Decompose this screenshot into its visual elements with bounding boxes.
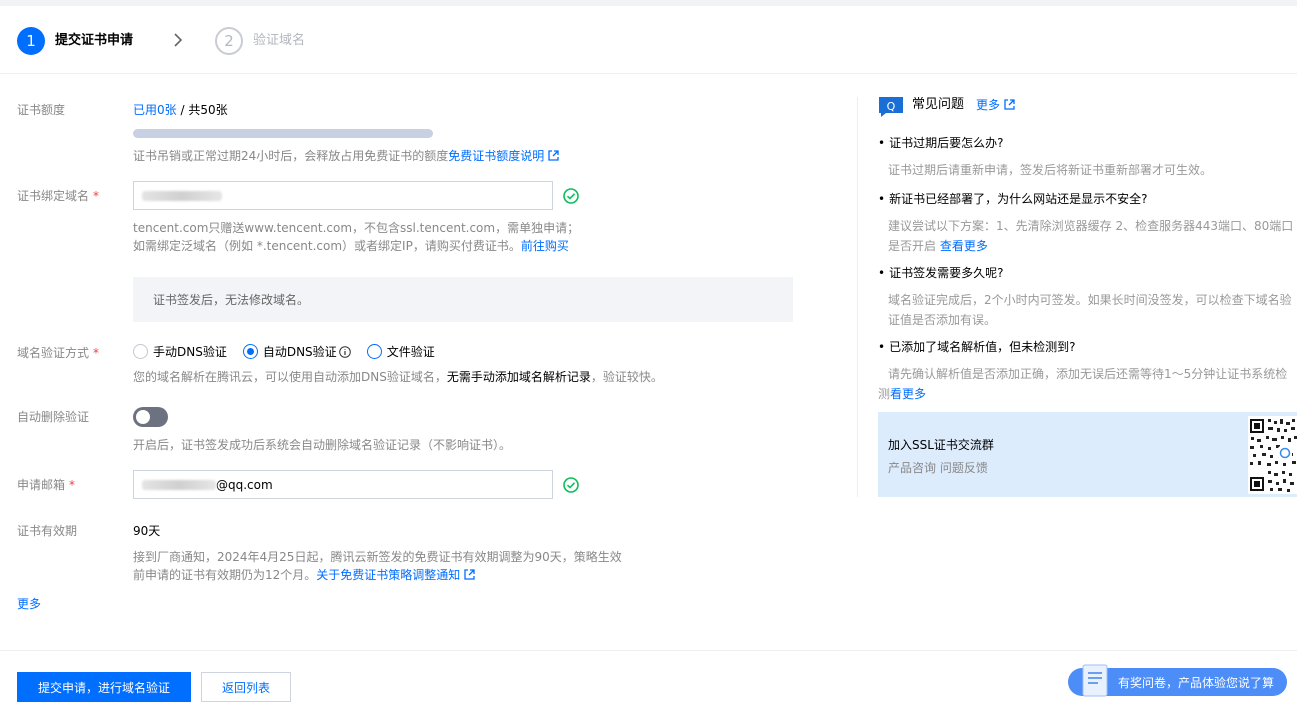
- quota-used[interactable]: 已用0张: [133, 103, 177, 117]
- submit-button[interactable]: 提交申请，进行域名验证: [17, 672, 191, 702]
- email-suffix: @qq.com: [216, 477, 273, 492]
- quota-value: 已用0张 / 共50张: [133, 102, 228, 118]
- radio-manual-dns[interactable]: 手动DNS验证: [133, 343, 227, 360]
- chevron-right-icon: [174, 33, 183, 47]
- step-1-number: 1: [17, 27, 45, 55]
- check-circle-icon: [563, 188, 579, 204]
- step-2-label: 验证域名: [253, 33, 306, 48]
- faq-answer: 请先确认解析值是否添加正确，添加无误后还需等待1～5分钟让证书系统检测看更多: [878, 367, 1288, 401]
- auto-delete-help: 开启后，证书签发成功后系统会自动删除域名验证记录（不影响证书）。: [133, 438, 512, 452]
- domain-help-line2: 如需绑定泛域名（例如 *.tencent.com）或者绑定IP，请购买付费证书。…: [133, 239, 569, 253]
- faq-answer: 建议尝试以下方案：1、先清除浏览器缓存 2、检查服务器443端口、80端口是否开…: [888, 219, 1294, 253]
- domain-input[interactable]: [133, 181, 553, 210]
- faq-answer: 域名验证完成后，2个小时内可签发。如果长时间没签发，可以检查下域名验证值是否添加…: [888, 293, 1292, 327]
- see-more-link[interactable]: 查看更多: [940, 239, 988, 253]
- radio-file[interactable]: 文件验证: [366, 343, 435, 360]
- ssl-group-card[interactable]: 加入SSL证书交流群 产品咨询 问题反馈: [878, 412, 1297, 497]
- quota-help: 证书吊销或正常过期24小时后，会释放占用免费证书的额度免费证书额度说明: [133, 147, 559, 165]
- domain-label: 证书绑定域名 *: [17, 189, 100, 203]
- faq-question[interactable]: 证书签发需要多久呢?: [878, 265, 1003, 281]
- validity-label: 证书有效期: [17, 524, 78, 538]
- email-label: 申请邮箱 *: [17, 478, 76, 492]
- radio-circle: [133, 344, 148, 359]
- buy-link[interactable]: 前往购买: [521, 239, 569, 253]
- external-link-icon: [464, 569, 475, 580]
- verify-radio-group: 手动DNS验证 自动DNS验证 文件验证: [133, 343, 451, 360]
- check-circle-icon: [563, 477, 579, 493]
- external-link-icon: [548, 150, 559, 161]
- faq-answer: 证书过期后请重新申请，签发后将新证书重新部署才可生效。: [888, 163, 1213, 177]
- back-to-list-button[interactable]: 返回列表: [201, 672, 291, 702]
- quota-help-link[interactable]: 免费证书额度说明: [448, 149, 544, 163]
- stepper: 1 提交证书申请 2 验证域名: [0, 6, 1297, 74]
- more-options-link[interactable]: 更多: [17, 595, 41, 612]
- domain-help: tencent.com只赠送www.tencent.com，不包含ssl.ten…: [133, 219, 579, 255]
- toggle-knob: [136, 410, 150, 424]
- validity-help: 接到厂商通知，2024年4月25日起，腾讯云新签发的免费证书有效期调整为90天，…: [133, 550, 622, 582]
- quota-label: 证书额度: [17, 103, 66, 117]
- quota-progress-bar: [133, 129, 433, 138]
- quota-total: 共50张: [188, 103, 228, 117]
- see-more-link[interactable]: 看更多: [890, 387, 926, 401]
- step-1-label: 提交证书申请: [55, 33, 134, 48]
- quota-help-text: 证书吊销或正常过期24小时后，会释放占用免费证书的额度: [133, 149, 449, 163]
- faq-icon: Q: [879, 97, 903, 117]
- qr-code-icon: [1248, 416, 1297, 494]
- info-icon[interactable]: [338, 345, 351, 358]
- domain-notice: 证书签发后，无法修改域名。: [133, 277, 793, 322]
- radio-auto-dns[interactable]: 自动DNS验证: [242, 343, 351, 360]
- radio-circle: [366, 344, 382, 359]
- faq-title: 常见问题: [912, 97, 965, 112]
- footer-divider: [0, 650, 1297, 651]
- domain-help-line1: tencent.com只赠送www.tencent.com，不包含ssl.ten…: [133, 221, 580, 235]
- policy-link[interactable]: 关于免费证书策略调整通知: [316, 568, 460, 582]
- quota-separator: /: [176, 103, 189, 117]
- redacted-email: [142, 479, 216, 490]
- faq-more-link[interactable]: 更多: [976, 97, 1015, 113]
- external-link-icon: [1004, 99, 1015, 110]
- verify-help: 您的域名解析在腾讯云，可以使用自动添加DNS验证域名，无需手动添加域名解析记录，…: [133, 370, 663, 384]
- validity-value: 90天: [133, 524, 161, 538]
- panel-divider: [857, 97, 858, 497]
- svg-text:Q: Q: [887, 100, 896, 113]
- email-input[interactable]: @qq.com: [133, 470, 553, 499]
- radio-circle-selected: [242, 344, 258, 359]
- verify-label: 域名验证方式 *: [17, 346, 100, 360]
- group-title: 加入SSL证书交流群: [888, 438, 994, 452]
- faq-question[interactable]: 证书过期后要怎么办?: [878, 135, 1003, 151]
- faq-question[interactable]: 新证书已经部署了，为什么网站还是显示不安全?: [878, 191, 1147, 207]
- group-subtitle: 产品咨询 问题反馈: [888, 461, 988, 475]
- auto-delete-toggle[interactable]: [133, 407, 168, 427]
- auto-delete-label: 自动删除验证: [17, 410, 90, 424]
- faq-question[interactable]: 已添加了域名解析值，但未检测到?: [878, 339, 1075, 355]
- step-2-number: 2: [215, 27, 243, 55]
- redacted-domain: [142, 190, 222, 201]
- survey-icon: [1082, 664, 1108, 697]
